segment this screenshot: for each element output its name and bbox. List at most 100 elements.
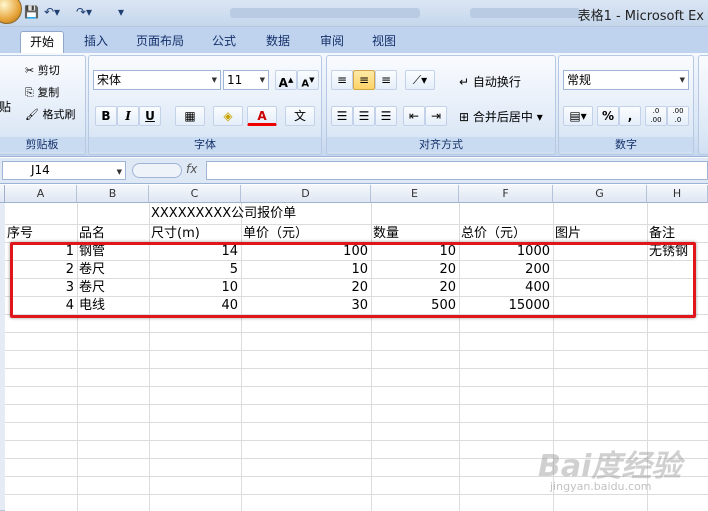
increase-decimal-button[interactable]: .0 .00 [645,106,667,126]
column-header-d[interactable]: D [241,185,371,203]
number-group-label: 数字 [559,137,693,152]
align-bottom-icon: ≡ [380,73,392,87]
alignment-group: ≡ ≡ ≡ ⟋▾ ☰ ☰ ☰ ⇤ ⇥ ↵ 自动换行 ⊞ 合并后居中 ▾ 对齐方式 [326,55,556,155]
clipboard-group-label: 剪贴板 [0,137,85,152]
header-cell[interactable]: 数量 [373,225,399,243]
tab-home[interactable]: 开始 [20,31,64,53]
baidu-watermark-url: jingyan.baidu.com [550,480,652,493]
merge-center-button[interactable]: ⊞ 合并后居中 ▾ [459,108,543,125]
formula-input[interactable] [206,161,708,180]
ribbon: 贴 ✂ 剪切 ⎘ 复制 🖌 格式刷 剪贴板 宋体 ▼ 11 ▼ A▲ A▼ B I … [0,53,708,157]
fill-color-button[interactable]: ◈ [213,106,243,126]
tab-review[interactable]: 审阅 [312,31,352,53]
wrap-text-button[interactable]: ↵ 自动换行 [459,73,521,90]
align-center-icon: ☰ [358,109,370,123]
number-format-select[interactable]: 常规 ▼ [563,70,689,90]
border-icon: ▦ [184,109,196,123]
orientation-button[interactable]: ⟋▾ [405,70,435,90]
column-header-e[interactable]: E [371,185,459,203]
shrink-font-button[interactable]: A▼ [297,70,319,90]
comma-button[interactable]: , [619,106,641,126]
column-header-b[interactable]: B [77,185,149,203]
column-header-g[interactable]: G [553,185,647,203]
align-middle-button[interactable]: ≡ [353,70,375,90]
tab-insert[interactable]: 插入 [76,31,116,53]
phonetic-button[interactable]: 文 [285,106,315,126]
column-header-f[interactable]: F [459,185,553,203]
formula-expand-handle[interactable] [132,163,182,178]
copy-button[interactable]: ⎘ 复制 [25,84,59,100]
merge-icon: ⊞ [459,110,470,124]
column-header-h[interactable]: H [647,185,708,203]
tab-view[interactable]: 视图 [364,31,404,53]
percent-button[interactable]: % [597,106,619,126]
align-bottom-button[interactable]: ≡ [375,70,397,90]
bold-button[interactable]: B [95,106,117,126]
decrease-decimal-button[interactable]: .00 .0 [667,106,689,126]
undo-icon[interactable]: ↶▾ [44,5,60,19]
header-cell[interactable]: 备注 [649,225,675,243]
header-cell[interactable]: 序号 [7,225,33,243]
tab-data[interactable]: 数据 [258,31,298,53]
tab-page-layout[interactable]: 页面布局 [130,31,190,53]
increase-indent-button[interactable]: ⇥ [425,106,447,126]
scissors-icon: ✂ [25,64,35,77]
align-top-button[interactable]: ≡ [331,70,353,90]
header-cell[interactable]: 单价（元） [243,225,308,243]
sheet-title[interactable]: XXXXXXXXX公司报价单 [151,205,296,223]
name-box[interactable]: J14 ▼ [2,161,126,180]
orientation-icon: ⟋▾ [412,73,428,87]
copy-icon: ⎘ [25,86,34,99]
tab-formulas[interactable]: 公式 [204,31,244,53]
header-cell[interactable]: 品名 [79,225,105,243]
baidu-watermark: Bai度经验 [538,449,682,484]
styles-group-partial [698,55,708,155]
highlight-box [10,242,696,318]
indent-icon: ⇥ [430,109,442,123]
align-right-icon: ☰ [380,109,392,123]
align-center-button[interactable]: ☰ [353,106,375,126]
office-button[interactable] [0,0,22,24]
header-cell[interactable]: 总价（元） [461,225,526,243]
paint-bucket-icon: ◈ [223,109,233,123]
paste-button[interactable]: 贴 [0,98,11,115]
font-color-button[interactable]: A [247,106,277,126]
window-title: 表格1 - Microsoft Ex [577,9,704,24]
decrease-indent-button[interactable]: ⇤ [403,106,425,126]
borders-button[interactable]: ▦ [175,106,205,126]
italic-button[interactable]: I [117,106,139,126]
align-top-icon: ≡ [336,73,348,87]
font-size-select[interactable]: 11 ▼ [223,70,269,90]
header-cell[interactable]: 尺寸(m) [151,225,200,243]
currency-icon: ▤▾ [569,109,587,123]
taskbar-blur [230,8,420,18]
align-left-button[interactable]: ☰ [331,106,353,126]
customize-qat-icon[interactable]: ▾ [118,5,124,19]
alignment-group-label: 对齐方式 [327,137,555,152]
align-middle-icon: ≡ [358,73,370,87]
save-icon[interactable]: 💾 [24,5,39,19]
align-left-icon: ☰ [336,109,348,123]
accounting-format-button[interactable]: ▤▾ [563,106,593,126]
underline-button[interactable]: U [139,106,161,126]
column-header-c[interactable]: C [149,185,241,203]
column-header-a[interactable]: A [5,185,77,203]
title-bar: 💾 ↶▾ ↷▾ ▾ 表格1 - Microsoft Ex [0,0,708,27]
ribbon-tabs: 开始 插入 页面布局 公式 数据 审阅 视图 [0,27,708,53]
outdent-icon: ⇤ [408,109,420,123]
clipboard-group: 贴 ✂ 剪切 ⎘ 复制 🖌 格式刷 剪贴板 [0,55,86,155]
header-cell[interactable]: 图片 [555,225,581,243]
formula-bar: J14 ▼ fx [0,158,708,184]
redo-icon[interactable]: ↷▾ [76,5,92,19]
grow-font-button[interactable]: A▲ [275,70,297,90]
font-group-label: 字体 [89,137,321,152]
cut-button[interactable]: ✂ 剪切 [25,62,60,78]
insert-function-button[interactable]: fx [186,162,197,176]
wrap-icon: ↵ [459,75,470,89]
number-group: 常规 ▼ ▤▾ % , .0 .00 .00 .0 数字 [558,55,694,155]
align-right-button[interactable]: ☰ [375,106,397,126]
format-painter-button[interactable]: 🖌 格式刷 [25,106,75,122]
brush-icon: 🖌 [25,108,39,121]
font-name-select[interactable]: 宋体 ▼ [93,70,221,90]
font-group: 宋体 ▼ 11 ▼ A▲ A▼ B I U ▦ ◈ A 文 字体 [88,55,322,155]
